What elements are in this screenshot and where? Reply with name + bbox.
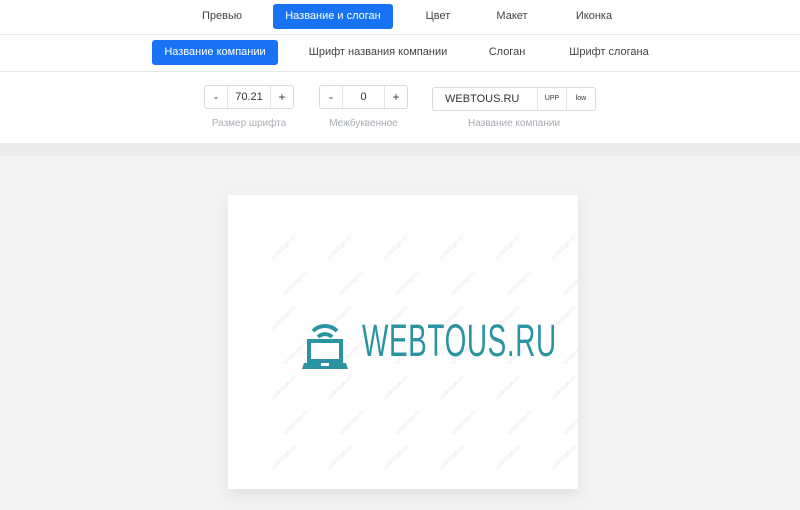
watermark-text: turbologo.ru bbox=[270, 234, 298, 262]
company-name-label: Название компании bbox=[467, 118, 561, 129]
sub-nav: Название компании Шрифт названия компани… bbox=[0, 35, 800, 72]
watermark-text: turbologo.ru bbox=[382, 374, 410, 402]
watermark-text: turbologo.ru bbox=[550, 374, 578, 402]
watermark-text: turbologo.ru bbox=[550, 234, 578, 262]
laptop-wifi-icon bbox=[302, 324, 348, 369]
logo-company-name: WEBTOUS.RU bbox=[362, 315, 557, 366]
watermark-text: turbologo.ru bbox=[450, 269, 478, 297]
company-name-input[interactable]: WEBTOUS.RU bbox=[433, 88, 537, 110]
font-size-stepper: - 70.21 + bbox=[204, 85, 294, 109]
watermark-text: turbologo.ru bbox=[438, 444, 466, 472]
watermark-text: turbologo.ru bbox=[562, 409, 578, 437]
watermark-text: turbologo.ru bbox=[270, 374, 298, 402]
watermark-text: turbologo.ru bbox=[282, 269, 310, 297]
watermark-text: turbologo.ru bbox=[282, 409, 310, 437]
letter-spacing-stepper: - 0 + bbox=[319, 85, 408, 109]
watermark-text: turbologo.ru bbox=[562, 269, 578, 297]
watermark-text: turbologo.ru bbox=[506, 269, 534, 297]
watermark-text: turbologo.ru bbox=[506, 409, 534, 437]
subtab-slogan[interactable]: Слоган bbox=[474, 40, 540, 65]
watermark-text: turbologo.ru bbox=[450, 409, 478, 437]
tab-color[interactable]: Цвет bbox=[408, 4, 468, 29]
watermark-text: turbologo.ru bbox=[494, 234, 522, 262]
watermark-text: turbologo.ru bbox=[562, 339, 578, 367]
watermark-text: turbologo.ru bbox=[438, 234, 466, 262]
watermark-text: turbologo.ru bbox=[494, 374, 522, 402]
company-name-field: WEBTOUS.RU UPP low bbox=[432, 87, 596, 111]
subtab-company-name[interactable]: Название компании bbox=[152, 40, 278, 65]
tab-name-slogan[interactable]: Название и слоган bbox=[273, 4, 393, 29]
watermark-text: turbologo.ru bbox=[270, 304, 298, 332]
top-nav: Превью Название и слоган Цвет Макет Икон… bbox=[0, 0, 800, 35]
watermark-text: turbologo.ru bbox=[382, 444, 410, 472]
font-size-value[interactable]: 70.21 bbox=[227, 86, 271, 108]
watermark-text: turbologo.ru bbox=[338, 409, 366, 437]
letter-spacing-label: Межбуквенное bbox=[329, 118, 398, 129]
letter-spacing-value[interactable]: 0 bbox=[342, 86, 385, 108]
watermark-text: turbologo.ru bbox=[494, 444, 522, 472]
font-size-decrease-button[interactable]: - bbox=[205, 86, 227, 108]
watermark-text: turbologo.ru bbox=[550, 444, 578, 472]
tab-layout[interactable]: Макет bbox=[480, 4, 544, 29]
tab-icon[interactable]: Иконка bbox=[560, 4, 628, 29]
watermark-text: turbologo.ru bbox=[438, 374, 466, 402]
watermark-text: turbologo.ru bbox=[326, 234, 354, 262]
subtab-company-name-font[interactable]: Шрифт названия компании bbox=[300, 40, 456, 65]
tab-preview[interactable]: Превью bbox=[186, 4, 258, 29]
logo-preview-card: turbologo.ru turbologo.ru turbologo.ru turb… bbox=[228, 195, 578, 489]
font-size-increase-button[interactable]: + bbox=[271, 86, 293, 108]
font-size-label: Размер шрифта bbox=[211, 118, 287, 129]
watermark-text: turbologo.ru bbox=[338, 269, 366, 297]
watermark-text: turbologo.ru bbox=[270, 444, 298, 472]
letter-spacing-decrease-button[interactable]: - bbox=[320, 86, 342, 108]
subtab-slogan-font[interactable]: Шрифт слогана bbox=[560, 40, 658, 65]
lowercase-button[interactable]: low bbox=[566, 88, 595, 110]
watermark-text: turbologo.ru bbox=[382, 234, 410, 262]
watermark-text: turbologo.ru bbox=[394, 409, 422, 437]
divider-band bbox=[0, 143, 800, 156]
watermark-text: turbologo.ru bbox=[326, 374, 354, 402]
watermark-text: turbologo.ru bbox=[394, 269, 422, 297]
uppercase-button[interactable]: UPP bbox=[537, 88, 566, 110]
watermark-text: turbologo.ru bbox=[326, 444, 354, 472]
letter-spacing-increase-button[interactable]: + bbox=[385, 86, 407, 108]
